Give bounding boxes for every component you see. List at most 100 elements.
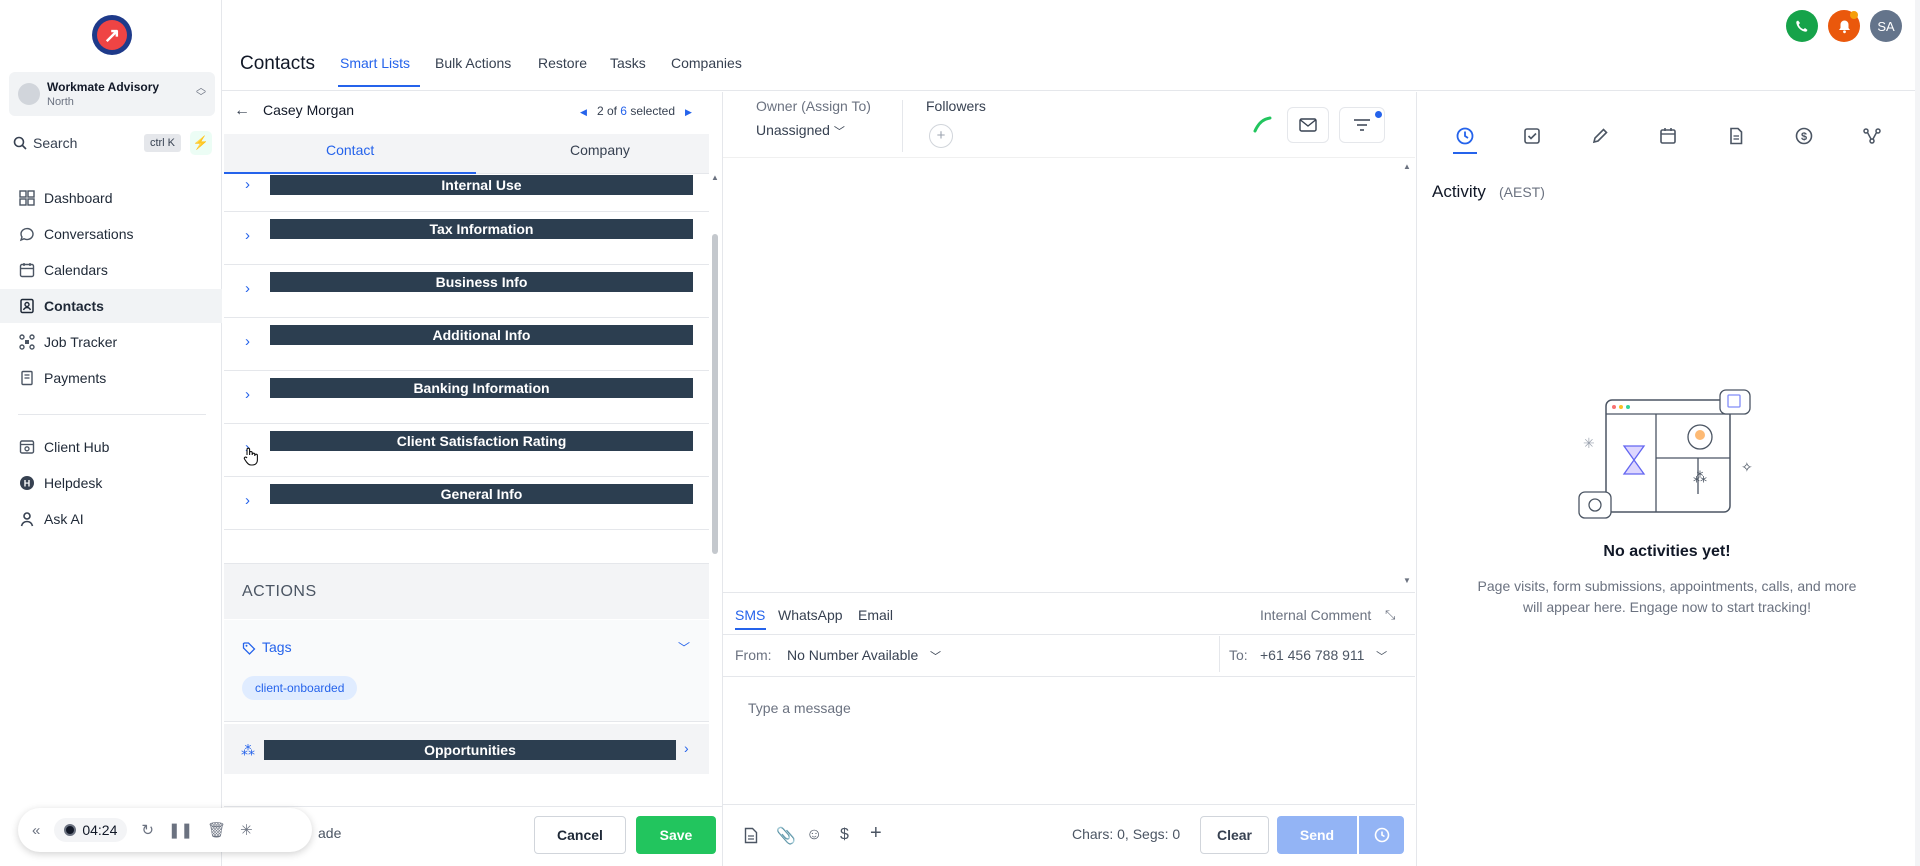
sidebar-item-dashboard[interactable]: Dashboard bbox=[0, 181, 222, 215]
filter-lines-icon bbox=[1354, 119, 1370, 131]
sidebar-item-helpdesk[interactable]: H Helpdesk bbox=[0, 466, 222, 500]
section-tax-information[interactable]: › Tax Information bbox=[224, 212, 709, 265]
tab-bulk-actions[interactable]: Bulk Actions bbox=[435, 55, 511, 71]
sidebar-item-ask-ai[interactable]: Ask AI bbox=[0, 502, 222, 536]
sidebar-item-contacts[interactable]: Contacts bbox=[0, 289, 222, 323]
svg-text:$: $ bbox=[1801, 131, 1807, 143]
chevron-down-icon[interactable]: ﹀ bbox=[678, 639, 690, 656]
sidebar-item-payments[interactable]: Payments bbox=[0, 361, 222, 395]
add-follower-button[interactable]: + bbox=[929, 124, 953, 148]
phone-button[interactable] bbox=[1786, 10, 1818, 42]
notes-tab-icon[interactable] bbox=[1588, 124, 1612, 148]
schedule-send-button[interactable] bbox=[1359, 816, 1404, 854]
upgrade-text-partial[interactable]: ade bbox=[318, 825, 341, 841]
actions-label: ACTIONS bbox=[242, 583, 317, 600]
to-select[interactable]: +61 456 788 911 ﹀ bbox=[1260, 647, 1387, 664]
contact-scrollbar[interactable] bbox=[712, 234, 718, 554]
tab-companies[interactable]: Companies bbox=[671, 55, 742, 71]
internal-comment-toggle[interactable]: Internal Comment bbox=[1260, 607, 1371, 623]
activity-tab-icon[interactable] bbox=[1453, 124, 1477, 148]
restart-icon[interactable]: ↻ bbox=[141, 821, 154, 839]
prev-record-icon[interactable]: ◀ bbox=[580, 107, 587, 117]
effects-icon[interactable]: ✳ bbox=[240, 821, 253, 839]
email-toolbar-button[interactable] bbox=[1287, 107, 1329, 143]
tab-tasks[interactable]: Tasks bbox=[610, 55, 646, 71]
pager-current: 2 of bbox=[596, 104, 617, 118]
subtab-company[interactable]: Company bbox=[570, 142, 630, 158]
tags-label[interactable]: Tags bbox=[262, 639, 292, 655]
phone-icon bbox=[1796, 20, 1808, 32]
appointments-tab-icon[interactable] bbox=[1656, 124, 1680, 148]
cancel-button[interactable]: Cancel bbox=[534, 816, 626, 854]
collapse-icon[interactable]: « bbox=[32, 822, 40, 839]
call-icon[interactable] bbox=[1252, 114, 1274, 136]
section-internal-use[interactable]: › Internal Use bbox=[224, 175, 709, 212]
tab-smart-lists[interactable]: Smart Lists bbox=[340, 55, 410, 71]
page-title: Contacts bbox=[240, 53, 315, 74]
from-select[interactable]: No Number Available ﹀ bbox=[787, 647, 941, 664]
section-client-satisfaction-rating[interactable]: › Client Satisfaction Rating bbox=[224, 424, 709, 477]
from-value: No Number Available bbox=[787, 647, 919, 663]
chevron-right-icon: › bbox=[245, 386, 250, 403]
sidebar-item-conversations[interactable]: Conversations bbox=[0, 217, 222, 251]
quick-action-bolt-icon[interactable]: ⚡ bbox=[190, 131, 212, 155]
collapse-composer-icon[interactable]: ⤡ bbox=[1385, 607, 1395, 623]
send-button[interactable]: Send bbox=[1277, 816, 1357, 854]
svg-text:⁂: ⁂ bbox=[1693, 470, 1707, 486]
section-banking-information[interactable]: › Banking Information bbox=[224, 371, 709, 424]
svg-text:✳: ✳ bbox=[1583, 436, 1595, 452]
search-input[interactable]: Search ctrl K bbox=[9, 130, 181, 156]
scroll-up-arrow-icon[interactable]: ▲ bbox=[1403, 162, 1411, 171]
section-additional-info[interactable]: › Additional Info bbox=[224, 318, 709, 371]
page-scrollbar[interactable] bbox=[1915, 0, 1920, 866]
tag-chip[interactable]: client-onboarded bbox=[242, 676, 358, 700]
section-title: Client Satisfaction Rating bbox=[270, 431, 693, 451]
template-icon[interactable] bbox=[744, 827, 758, 844]
sidebar-item-label: Contacts bbox=[44, 298, 104, 314]
next-record-icon[interactable]: ▶ bbox=[685, 107, 692, 117]
delete-icon[interactable]: 🗑 bbox=[207, 821, 226, 839]
section-title: General Info bbox=[270, 484, 693, 504]
scroll-down-arrow-icon[interactable]: ▼ bbox=[1403, 576, 1411, 585]
section-general-info[interactable]: › General Info bbox=[224, 477, 709, 530]
svg-text:H: H bbox=[24, 479, 31, 489]
attachment-icon[interactable]: 📎 bbox=[776, 826, 796, 846]
sidebar-item-calendars[interactable]: Calendars bbox=[0, 253, 222, 287]
contacts-icon bbox=[20, 298, 34, 314]
clock-icon bbox=[1374, 827, 1389, 843]
channel-tab-sms[interactable]: SMS bbox=[735, 607, 765, 623]
payment-link-icon[interactable]: $ bbox=[840, 826, 849, 844]
active-tab-indicator bbox=[338, 85, 420, 87]
ask-ai-icon bbox=[20, 512, 34, 527]
owner-select[interactable]: Unassigned ﹀ bbox=[756, 122, 845, 139]
sidebar-item-client-hub[interactable]: Client Hub bbox=[0, 430, 222, 464]
opportunities-section[interactable]: ⁂ Opportunities › bbox=[224, 724, 709, 774]
message-input[interactable]: Type a message bbox=[748, 700, 851, 716]
chevron-right-icon: › bbox=[245, 176, 250, 193]
section-business-info[interactable]: › Business Info bbox=[224, 265, 709, 318]
documents-tab-icon[interactable] bbox=[1724, 124, 1748, 148]
channel-tab-whatsapp[interactable]: WhatsApp bbox=[778, 607, 843, 623]
panel-divider bbox=[1416, 92, 1417, 866]
conversation-divider bbox=[723, 157, 1415, 158]
subtab-contact[interactable]: Contact bbox=[326, 142, 374, 158]
save-button[interactable]: Save bbox=[636, 816, 716, 854]
app-logo[interactable]: ↗ bbox=[92, 15, 132, 55]
emoji-icon[interactable]: ☺ bbox=[806, 826, 822, 844]
clear-button[interactable]: Clear bbox=[1200, 816, 1269, 854]
account-switcher[interactable]: Workmate Advisory North ︿ ﹀ bbox=[9, 72, 215, 116]
workflows-tab-icon[interactable] bbox=[1860, 124, 1884, 148]
sidebar-item-job-tracker[interactable]: Job Tracker bbox=[0, 325, 222, 359]
tasks-tab-icon[interactable] bbox=[1520, 124, 1544, 148]
channel-tab-email[interactable]: Email bbox=[858, 607, 893, 623]
pause-icon[interactable]: ❚❚ bbox=[168, 821, 193, 839]
sidebar-item-label: Dashboard bbox=[44, 190, 113, 206]
back-arrow-icon[interactable]: ← bbox=[234, 102, 250, 120]
search-shortcut: ctrl K bbox=[143, 134, 181, 152]
mail-icon bbox=[1299, 118, 1317, 132]
tab-restore[interactable]: Restore bbox=[538, 55, 587, 71]
scroll-up-arrow-icon[interactable]: ▲ bbox=[711, 173, 719, 182]
plus-icon[interactable]: + bbox=[870, 822, 882, 845]
user-avatar[interactable]: SA bbox=[1870, 10, 1902, 42]
payments-tab-icon[interactable]: $ bbox=[1792, 124, 1816, 148]
